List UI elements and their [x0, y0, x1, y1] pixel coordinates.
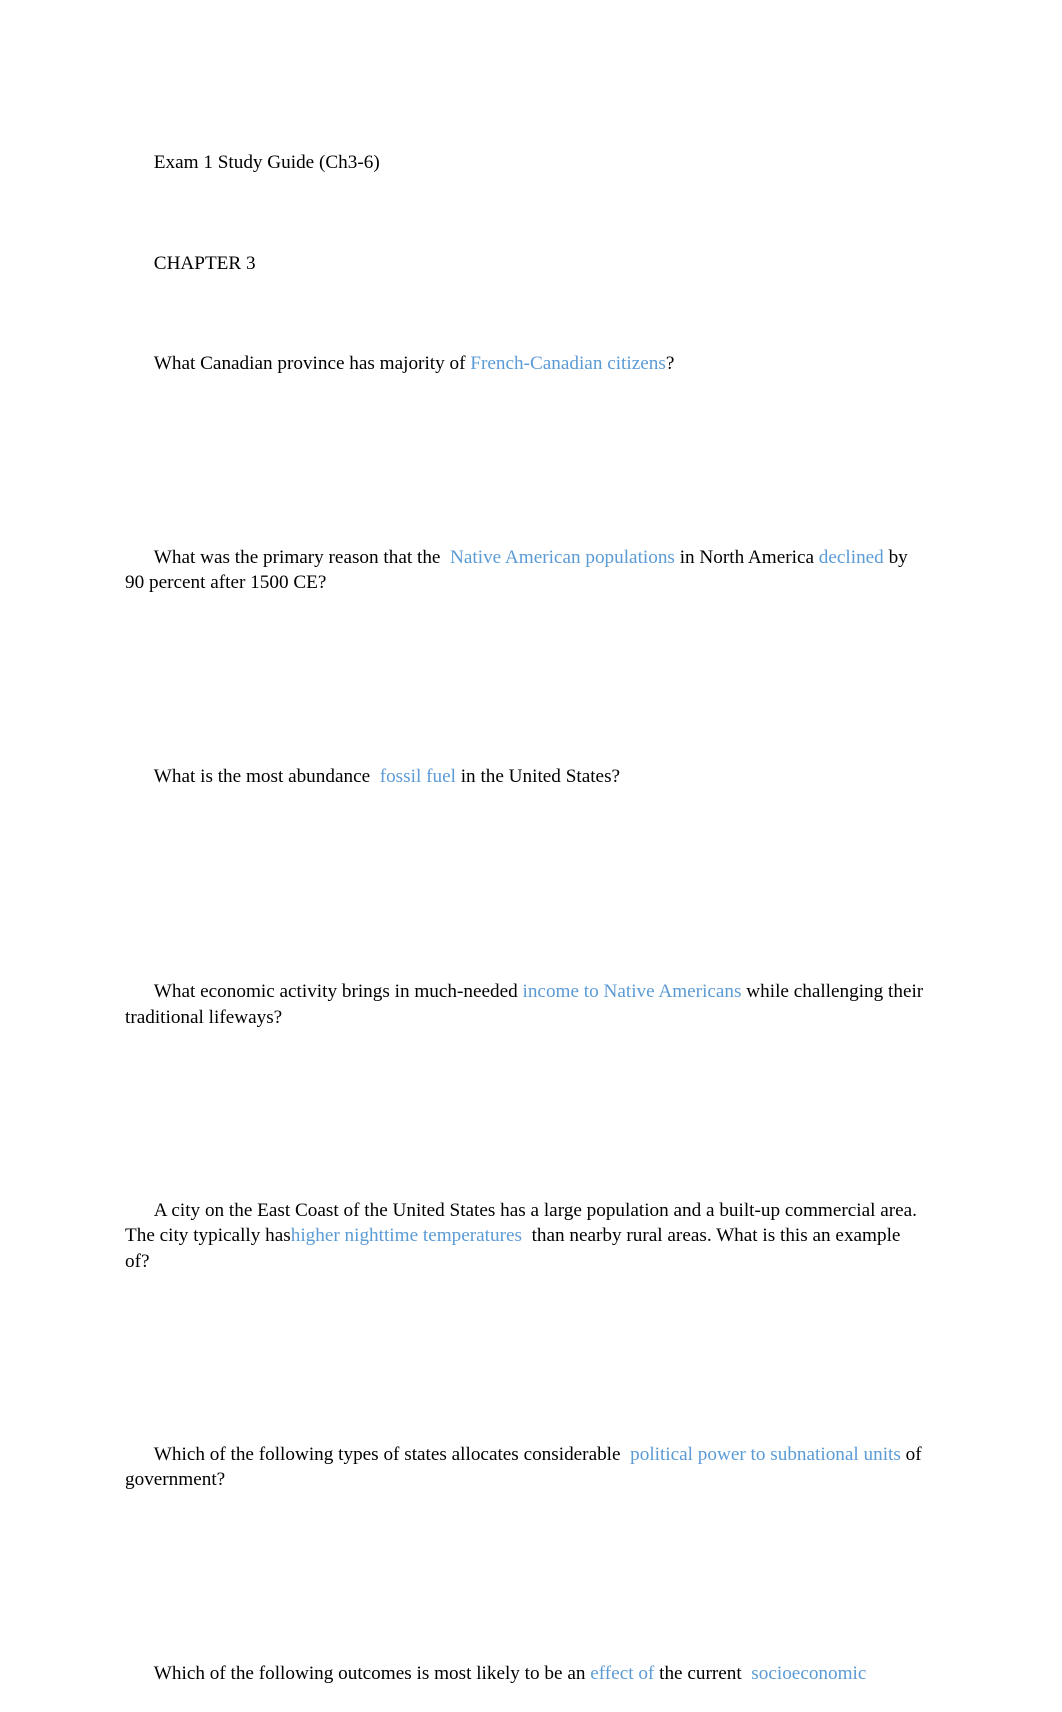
answer-space-6: [125, 1518, 925, 1636]
answer-space-5: [125, 1299, 925, 1417]
question-1-part-1: What Canadian province has majority of: [153, 353, 471, 375]
question-7-part-1: Which of the following outcomes is most …: [153, 1663, 591, 1685]
question-3-highlight-1: fossil fuel: [379, 765, 456, 787]
question-3-part-1: What is the most abundance: [153, 765, 380, 787]
question-2-part-1: What was the primary reason that the: [153, 547, 451, 569]
question-1-part-2: ?: [665, 353, 675, 375]
question-1-highlight-1: French-Canadian citizens: [470, 353, 666, 375]
document-title: Exam 1 Study Guide (Ch3-6): [125, 125, 925, 201]
question-2-highlight-1: Native American populations: [450, 547, 675, 569]
question-1: What Canadian province has majority of F…: [125, 326, 925, 402]
question-6-part-1: Which of the following types of states a…: [153, 1444, 631, 1466]
question-5: A city on the East Coast of the United S…: [125, 1173, 925, 1299]
question-7-highlight-2: socioeconomic: [751, 1663, 867, 1685]
question-3: What is the most abundance fossil fuel i…: [125, 739, 925, 815]
question-3-part-2: in the United States?: [455, 765, 621, 787]
question-6-highlight-1: political power to subnational units: [630, 1444, 901, 1466]
document-body: Exam 1 Study Guide (Ch3-6) CHAPTER 3 Wha…: [125, 125, 925, 1712]
question-7: Which of the following outcomes is most …: [125, 1636, 925, 1712]
question-7-highlight-1: effect of: [590, 1663, 655, 1685]
question-2-highlight-2: declined: [818, 547, 884, 569]
question-6: Which of the following types of states a…: [125, 1417, 925, 1518]
chapter-heading: CHAPTER 3: [125, 226, 925, 302]
question-2: What was the primary reason that the Nat…: [125, 520, 925, 621]
question-5-highlight-1: higher nighttime temperatures: [290, 1225, 522, 1247]
question-2-part-2: in North America: [674, 547, 819, 569]
chapter-heading-text: CHAPTER 3: [153, 252, 256, 274]
answer-space-2: [125, 621, 925, 739]
question-4: What economic activity brings in much-ne…: [125, 954, 925, 1055]
question-4-part-1: What economic activity brings in much-ne…: [153, 981, 523, 1003]
document-title-text: Exam 1 Study Guide (Ch3-6): [153, 152, 380, 174]
document-page: Exam 1 Study Guide (Ch3-6) CHAPTER 3 Wha…: [0, 0, 1062, 1684]
question-7-part-2: the current: [654, 1663, 752, 1685]
answer-space-4: [125, 1055, 925, 1173]
question-4-highlight-1: income to Native Americans: [522, 981, 742, 1003]
answer-space-3: [125, 814, 925, 954]
answer-space-1: [125, 402, 925, 520]
